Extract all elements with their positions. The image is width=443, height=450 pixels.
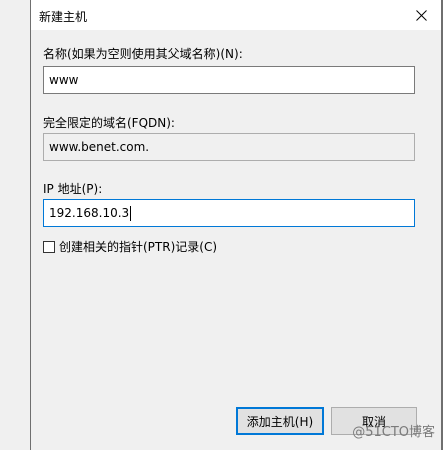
ip-address-input[interactable]: 192.168.10.3 [43,199,415,227]
name-label: 名称(如果为空则使用其父域名称)(N): [43,47,243,61]
fqdn-label: 完全限定的域名(FQDN): [43,116,175,130]
watermark: @51CTO博客 [352,425,435,440]
new-host-dialog: 新建主机 名称(如果为空则使用其父域名称)(N): www 完全限定的域名(FQ… [0,0,443,450]
ip-address-label: IP 地址(P): [43,182,103,196]
title-bar[interactable]: 新建主机 [31,0,441,30]
text-caret [130,206,132,221]
ip-address-value: 192.168.10.3 [49,206,130,220]
dialog-content: 名称(如果为空则使用其父域名称)(N): www 完全限定的域名(FQDN): … [31,30,441,450]
dialog-title: 新建主机 [39,10,88,24]
fqdn-field: www.benet.com. [43,133,415,161]
ptr-record-option[interactable]: 创建相关的指针(PTR)记录(C) [43,238,217,255]
name-input[interactable]: www [43,66,415,94]
close-icon [415,9,427,21]
ptr-record-checkbox[interactable] [43,240,55,253]
ptr-record-label: 创建相关的指针(PTR)记录(C) [59,240,218,254]
add-host-button[interactable]: 添加主机(H) [236,407,324,435]
close-button[interactable] [411,6,431,24]
